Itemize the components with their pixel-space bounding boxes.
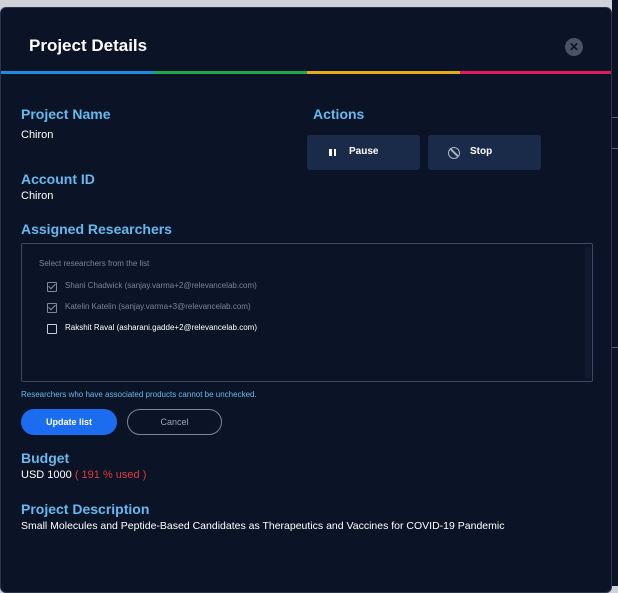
- update-list-button[interactable]: Update list: [21, 409, 117, 435]
- background-divider: [612, 347, 618, 348]
- dialog-title: Project Details: [29, 36, 148, 55]
- close-icon[interactable]: ✕: [565, 38, 583, 56]
- actions-label: Actions: [313, 106, 365, 122]
- background-divider: [612, 117, 618, 118]
- project-name-label: Project Name: [21, 106, 111, 122]
- stop-icon: [448, 147, 460, 159]
- researcher-label: Katelin Katelin (sanjay.varma+3@relevanc…: [65, 302, 251, 311]
- account-id-value: Chiron: [21, 190, 54, 202]
- researcher-label: Rakshit Raval (asharani.gadde+2@relevanc…: [65, 323, 257, 332]
- researchers-note: Researchers who have associated products…: [21, 390, 257, 399]
- account-id-label: Account ID: [21, 171, 95, 187]
- assigned-researchers-label: Assigned Researchers: [21, 221, 172, 237]
- project-name-value: Chiron: [21, 129, 54, 141]
- project-description-label: Project Description: [21, 501, 150, 517]
- project-details-dialog: Project Details ✕ Project Name Chiron Ac…: [0, 7, 612, 593]
- researcher-checkbox[interactable]: [47, 324, 57, 334]
- budget-amount: USD 1000: [21, 469, 72, 481]
- researcher-checkbox[interactable]: [47, 303, 57, 313]
- pause-button-label: Pause: [349, 146, 379, 157]
- researchers-list: Select researchers from the list Shani C…: [21, 243, 593, 382]
- cancel-button[interactable]: Cancel: [127, 409, 222, 435]
- pause-icon: [327, 147, 339, 159]
- budget-label: Budget: [21, 450, 70, 466]
- accent-stripe-green: [154, 71, 307, 74]
- researcher-label: Shani Chadwick (sanjay.varma+2@relevance…: [65, 281, 257, 290]
- background-panel: [612, 0, 618, 586]
- stop-button[interactable]: Stop: [428, 135, 541, 170]
- accent-stripe-red: [460, 71, 611, 74]
- researchers-list-hint: Select researchers from the list: [39, 259, 150, 268]
- background-divider: [612, 148, 618, 149]
- pause-button[interactable]: Pause: [307, 135, 420, 170]
- project-description-text: Small Molecules and Peptide-Based Candid…: [21, 520, 505, 532]
- accent-stripe-blue: [1, 71, 154, 74]
- researcher-checkbox[interactable]: [47, 282, 57, 292]
- budget-value: USD 1000 ( 191 % used ): [21, 469, 146, 481]
- list-scrollbar[interactable]: [585, 247, 591, 378]
- accent-stripe-yellow: [307, 71, 460, 74]
- stop-button-label: Stop: [470, 146, 493, 157]
- budget-used: ( 191 % used ): [74, 469, 147, 481]
